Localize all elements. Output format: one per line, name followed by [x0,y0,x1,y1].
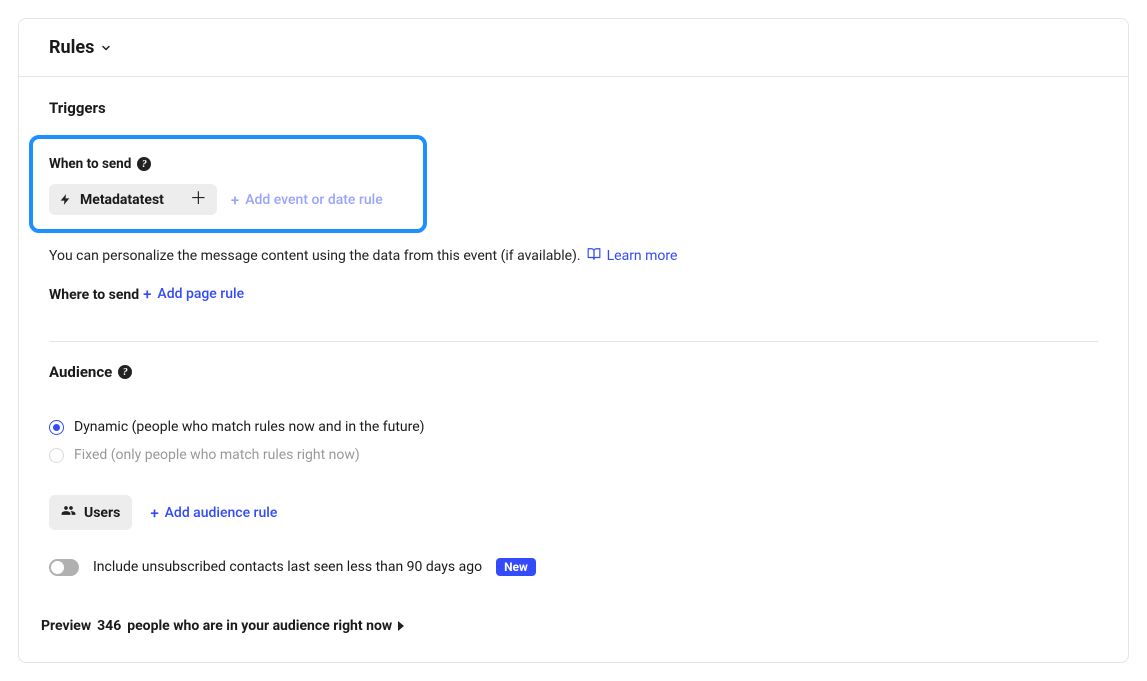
dynamic-label: Dynamic (people who match rules now and … [74,419,425,435]
preview-suffix: people who are in your audience right no… [127,618,392,634]
bolt-icon [59,193,72,206]
include-unsubscribed-row: Include unsubscribed contacts last seen … [49,558,1098,576]
add-audience-label: Add audience rule [165,505,278,521]
trigger-helper-text: You can personalize the message content … [49,247,1098,265]
audience-fixed-option[interactable]: Fixed (only people who match rules right… [49,447,1098,463]
when-to-send-box: When to send ? Metadatatest ＋ + Add even… [29,135,427,233]
toggle-label: Include unsubscribed contacts last seen … [93,559,482,575]
audience-title-text: Audience [49,363,112,381]
card-header: Rules [19,19,1128,77]
new-badge: New [496,558,536,576]
card-title-text: Rules [49,37,94,58]
trigger-event-chip[interactable]: Metadatatest ＋ [49,184,217,215]
audience-dynamic-option[interactable]: Dynamic (people who match rules now and … [49,419,1098,435]
add-page-rule-button[interactable]: + Add page rule [143,285,244,303]
radio-unchecked-icon [49,448,64,463]
plus-icon: + [150,504,158,522]
include-unsubscribed-toggle[interactable] [49,559,79,576]
where-to-send-label: Where to send [49,287,139,303]
preview-audience-link[interactable]: Preview 346 people who are in your audie… [41,618,404,634]
audience-pill-row: Users + Add audience rule [49,495,1098,530]
add-audience-rule-button[interactable]: + Add audience rule [150,504,277,522]
plus-icon[interactable]: ＋ [190,191,207,208]
learn-more-link[interactable]: Learn more [587,247,678,265]
audience-heading: Audience ? [49,363,132,381]
trigger-chip-label: Metadatatest [80,192,164,208]
add-event-rule-button[interactable]: + Add event or date rule [231,191,383,209]
when-to-send-text: When to send [49,156,131,172]
divider [49,341,1098,342]
when-to-send-label: When to send ? [49,156,151,172]
help-icon[interactable]: ? [137,157,151,171]
users-icon [61,503,76,522]
add-event-label: Add event or date rule [245,192,383,208]
radio-checked-icon [49,420,64,435]
users-button[interactable]: Users [49,495,132,530]
add-page-label: Add page rule [157,286,244,302]
plus-icon: + [231,191,239,209]
preview-count: 346 [97,618,121,634]
book-icon [587,247,601,265]
preview-prefix: Preview [41,618,91,634]
users-btn-label: Users [84,505,120,521]
rules-title-dropdown[interactable]: Rules [49,37,112,58]
caret-right-icon [398,621,404,631]
trigger-chip-row: Metadatatest ＋ + Add event or date rule [49,184,407,215]
fixed-label: Fixed (only people who match rules right… [74,447,360,463]
rules-card: Rules Triggers When to send ? Metadatate… [18,18,1129,663]
helper-text: You can personalize the message content … [49,248,581,264]
learn-more-text: Learn more [607,248,678,264]
card-body: Triggers When to send ? Metadatatest ＋ +… [19,77,1128,662]
triggers-heading: Triggers [49,99,1098,117]
plus-icon: + [143,285,151,303]
help-icon[interactable]: ? [118,365,132,379]
chevron-down-icon [100,42,112,54]
where-to-send-text: Where to send [49,287,139,303]
